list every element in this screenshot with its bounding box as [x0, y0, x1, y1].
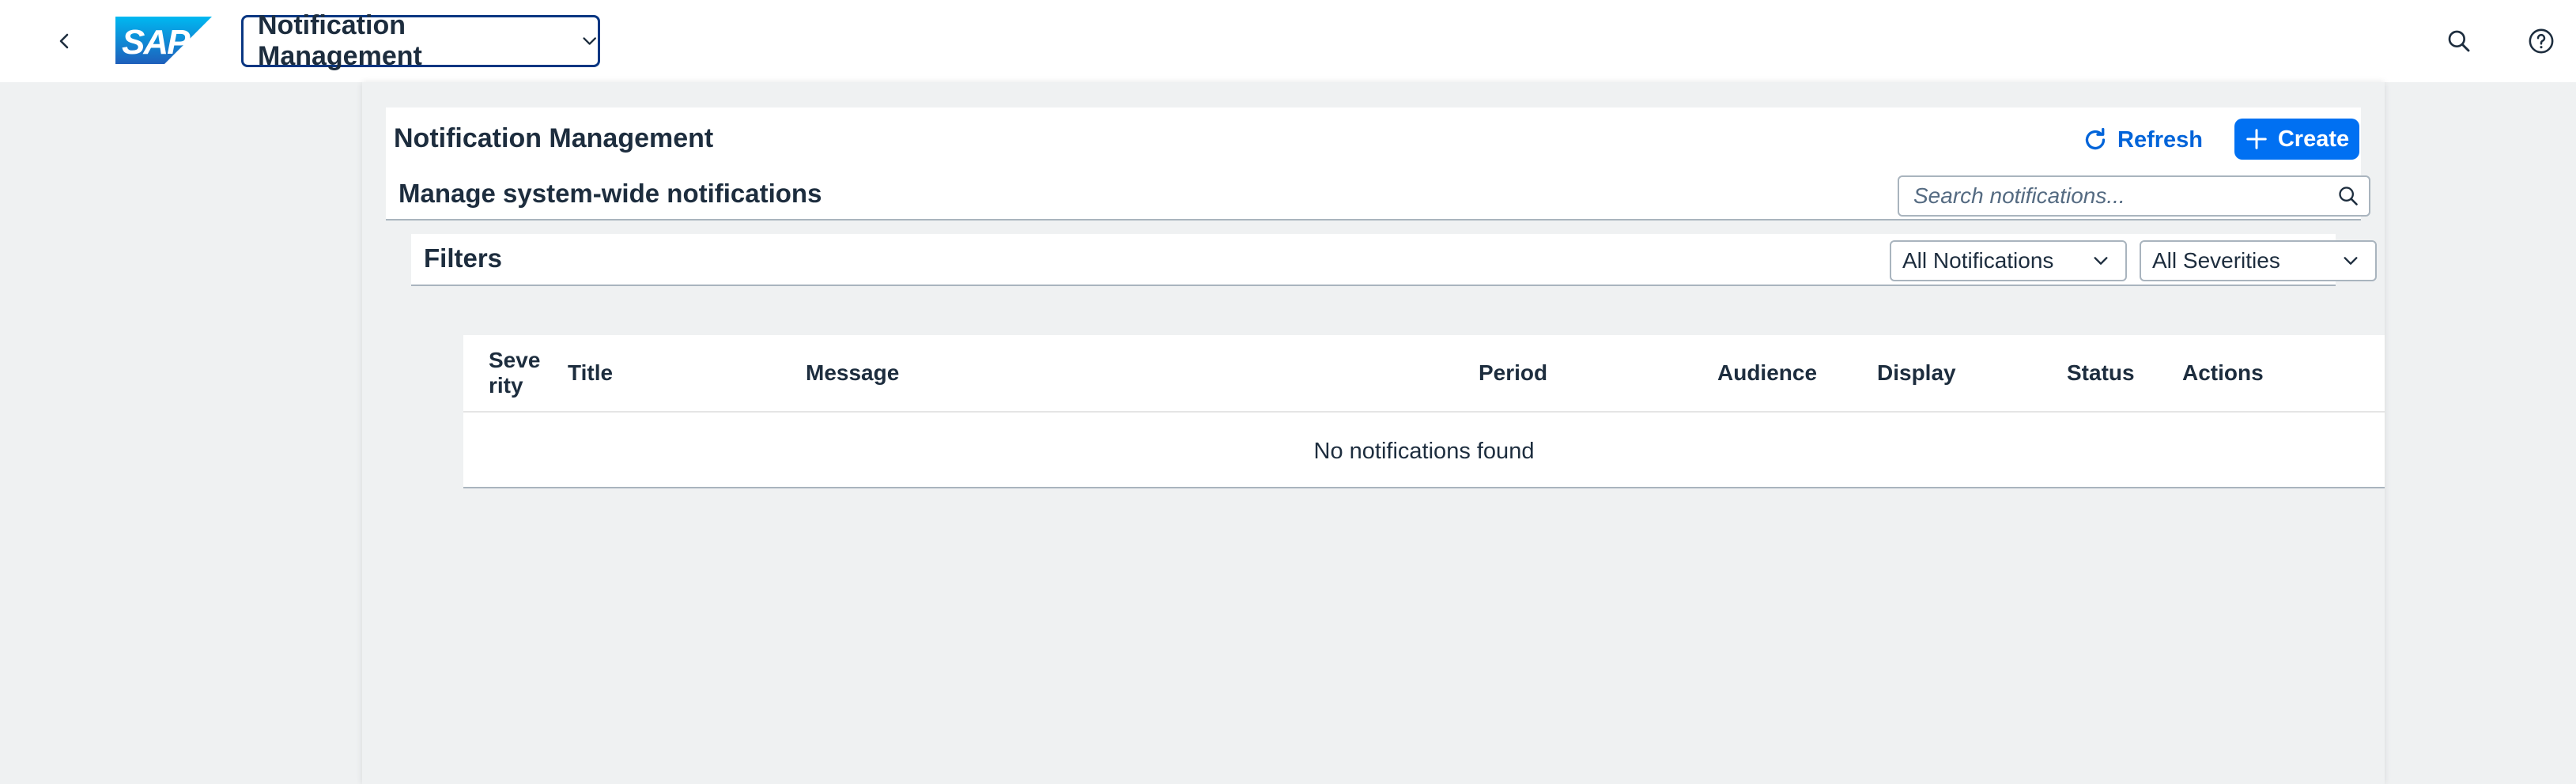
plus-icon	[2246, 129, 2267, 149]
back-button[interactable]	[41, 17, 89, 65]
search-input[interactable]	[1899, 177, 2328, 215]
notifications-table: Seve rity Title Message Period Audience …	[463, 335, 2385, 488]
column-actions: Actions	[2182, 360, 2264, 385]
app-title: Notification Management	[258, 10, 422, 71]
chevron-down-icon	[583, 37, 596, 45]
severity-value: All Severities	[2152, 248, 2280, 273]
column-severity[interactable]: Seve rity	[489, 348, 540, 398]
column-status[interactable]: Status	[2067, 360, 2135, 386]
page-header: Notification Management Manage system-wi…	[386, 107, 2370, 220]
severity-select[interactable]: All Severities	[2140, 240, 2377, 281]
search-icon	[2339, 187, 2358, 205]
refresh-button[interactable]: Refresh	[2072, 119, 2212, 161]
column-message[interactable]: Message	[806, 360, 899, 386]
sap-logo: SAP	[115, 17, 212, 64]
search-icon	[2448, 30, 2470, 52]
search-button[interactable]	[2435, 17, 2483, 65]
column-severity-line1: Seve	[489, 348, 541, 372]
filters-title: Filters	[424, 243, 503, 273]
create-button[interactable]: Create	[2234, 119, 2359, 160]
column-audience[interactable]: Audience	[1717, 360, 1817, 386]
chevron-down-icon	[2094, 257, 2108, 265]
empty-state-text: No notifications found	[1313, 438, 1535, 464]
refresh-label: Refresh	[2117, 126, 2203, 153]
column-display[interactable]: Display	[1877, 360, 1956, 386]
column-severity-line2: rity	[489, 373, 523, 398]
svg-text:SAP: SAP	[122, 23, 191, 62]
column-title[interactable]: Title	[568, 360, 613, 386]
help-button[interactable]	[2517, 17, 2565, 65]
refresh-icon	[2085, 127, 2106, 150]
notification-type-select[interactable]: All Notifications	[1890, 240, 2127, 281]
chevron-down-icon	[2344, 257, 2358, 265]
search-field[interactable]	[1898, 175, 2370, 217]
filter-bar: Filters All Notifications All Severities	[411, 234, 2377, 286]
create-label: Create	[2277, 126, 2350, 152]
search-submit-button[interactable]	[2328, 177, 2369, 215]
page-title: Notification Management	[394, 123, 714, 153]
chevron-left-icon	[59, 33, 69, 49]
shell-bar: SAP Notification Management	[0, 0, 2576, 82]
table-header: Seve rity Title Message Period Audience …	[463, 335, 2385, 413]
page-content: Notification Management Manage system-wi…	[362, 82, 2385, 784]
notification-type-value: All Notifications	[1902, 248, 2054, 273]
help-icon	[2529, 28, 2554, 54]
app-title-menu-button[interactable]: Notification Management	[241, 10, 600, 71]
column-period[interactable]: Period	[1479, 360, 1547, 386]
page-subtitle: Manage system-wide notifications	[398, 179, 822, 208]
